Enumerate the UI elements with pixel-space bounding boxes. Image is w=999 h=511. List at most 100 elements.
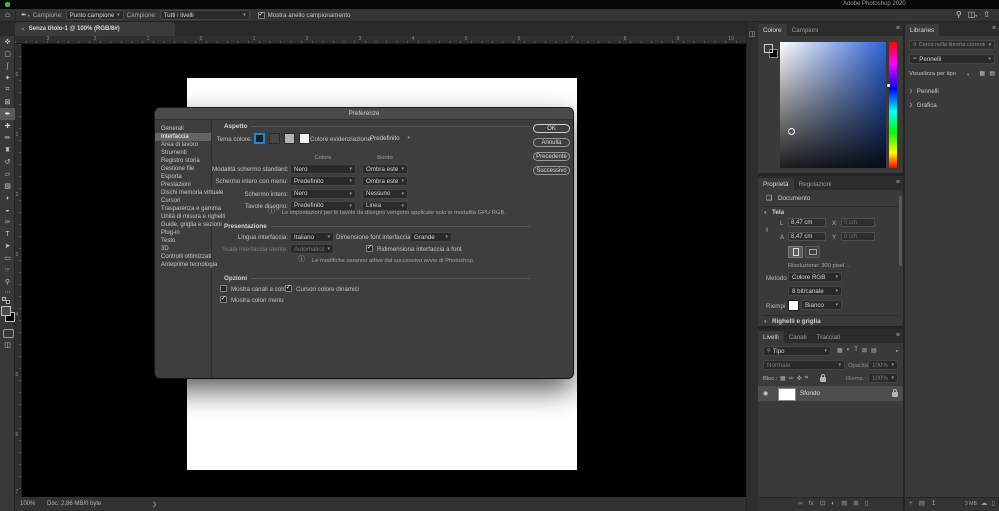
sidebar-item[interactable]: Controlli ottimizzati [155,253,211,261]
path-selection-tool[interactable]: ➤ [0,240,15,252]
new-library-folder-icon[interactable]: ▤ [919,501,925,508]
eyedropper-tool-icon[interactable]: ✒ [21,12,27,19]
theme-swatch-light[interactable] [284,133,295,144]
opacity-select[interactable]: 100% ▾ [868,360,898,370]
border-select[interactable]: Ombra esterna▾ [362,164,408,174]
zoom-level[interactable]: 100% [20,501,35,507]
theme-swatch-lightest[interactable] [299,133,310,144]
share-icon[interactable]: ⇧ [983,11,990,19]
screen-mode-icon[interactable]: ◫ [968,11,976,19]
sidebar-item[interactable]: Esporta [155,173,211,181]
annulla-button[interactable]: Annulla [533,138,570,147]
x-field[interactable]: 0 cm [841,218,875,227]
layer-group-icon[interactable]: ▤ [841,501,847,508]
clone-stamp-tool[interactable]: ♜ [0,144,15,156]
collapse-panels-icon[interactable]: ◫ [749,30,756,38]
tab-libraries[interactable]: Libraries [905,24,939,36]
dialog-title-bar[interactable]: Preferenze [155,108,573,120]
libraries-section-grafica[interactable]: ❯ Grafica [909,98,999,112]
link-layers-icon[interactable]: ∞ [798,501,803,508]
screen-mode-button[interactable]: ◫ [0,340,15,350]
sidebar-item[interactable]: Prestazioni [155,181,211,189]
delete-layer-icon[interactable]: ▯ [865,501,869,508]
lock-all-icon[interactable] [820,377,826,382]
show-menu-colors-checkbox[interactable] [220,296,227,303]
show-channels-in-color-checkbox[interactable] [220,285,227,292]
layer-thumbnail[interactable] [778,388,796,401]
chevron-expand-icon[interactable]: ▾ [764,210,767,216]
new-layer-icon[interactable]: ⊞ [853,501,858,508]
fill-select[interactable]: Bianco ▾ [801,300,842,310]
type-filter-icon[interactable]: T [854,347,858,354]
resize-ui-to-font-checkbox[interactable] [366,245,373,252]
hand-tool[interactable]: ☞ [0,264,15,276]
list-view-icon[interactable]: ▤ [989,70,995,77]
pixel-filter-icon[interactable]: ▦ [837,347,843,354]
successivo-button[interactable]: Successivo [533,166,570,175]
rectangle-tool[interactable]: ▭ [0,252,15,264]
saturation-brightness-field[interactable] [780,42,886,168]
libraries-search-input[interactable]: ⚲ Cerca nella libreria corrente ▾ [909,40,995,50]
lock-move-icon[interactable]: ✜ [797,375,802,382]
precedente-button[interactable]: Precedente [533,152,570,161]
quick-selection-tool[interactable]: ✦ [0,72,15,84]
move-tool[interactable]: ✜ [0,36,15,48]
fill-opacity-select[interactable]: 100% ▾ [868,373,898,383]
frame-tool[interactable]: ⊠ [0,96,15,108]
rulers-grid-section-label[interactable]: Righelli e griglia [772,318,821,325]
cloud-sync-icon[interactable]: ☁ [981,501,988,508]
link-dimensions-icon[interactable]: ∞ [763,227,770,232]
foreground-background-swatches[interactable] [0,306,14,324]
highlight-color-select[interactable]: Predefinito ▾ [366,133,414,143]
view-by-type-label[interactable]: Visualizza per tipo [909,71,956,77]
height-field[interactable]: 8,47 cm [788,232,826,241]
panel-menu-icon[interactable]: ≡ [992,25,996,32]
libraries-section-pennelli[interactable]: ❯ Pennelli [909,84,999,98]
gradient-tool[interactable]: ▨ [0,180,15,192]
status-options-arrow-icon[interactable]: ❯ [152,501,157,508]
portrait-orientation-button[interactable] [788,246,803,258]
sidebar-item[interactable]: Unità di misura e righelli [155,213,211,221]
border-select[interactable]: Ombra esterna▾ [362,176,408,186]
color-select[interactable]: Predefinito▾ [290,176,356,186]
color-picker-marker[interactable] [788,128,795,135]
filter-toggle-icon[interactable]: ● [896,348,898,353]
eyedropper-tool[interactable]: ✒ [0,108,15,120]
color-select[interactable]: Nero▾ [290,189,356,199]
vertical-ruler[interactable]: 01234567 [15,44,22,497]
lock-transparency-icon[interactable]: ▦ [780,375,786,382]
ok-button[interactable]: OK [533,124,570,133]
zoom-tool[interactable]: ⚲ [0,276,15,288]
sidebar-item[interactable]: Anteprime tecnologia [155,261,211,269]
foreground-color-swatch[interactable] [764,44,773,53]
panel-menu-icon[interactable]: ≡ [896,179,900,186]
layer-filter-select[interactable]: ⚲ Tipo ▾ [763,346,831,356]
ui-scale-select[interactable]: Automatica ▾ [290,244,334,254]
horizontal-ruler[interactable]: 321012345678910 [15,36,746,44]
document-tab[interactable]: × Senza titolo-1 @ 100% (RGB/8#) [15,22,175,36]
zoom-window-button[interactable] [5,2,10,7]
swap-colors-icon[interactable] [0,296,14,304]
color-mode-select[interactable]: Colore RGB ▾ [788,272,842,282]
dodge-tool[interactable]: ◒ [0,204,15,216]
lock-paint-icon[interactable]: ✏ [789,375,794,382]
library-select[interactable]: ✏ Pennelli ▾ [909,54,995,64]
sidebar-item[interactable]: Generali [155,125,211,133]
crop-tool[interactable]: ⌗ [0,84,15,96]
edit-toolbar-button[interactable]: ⋯ [0,288,15,296]
blur-tool[interactable]: ◗ [0,192,15,204]
upload-icon[interactable]: ↥ [931,501,936,508]
sidebar-item[interactable]: Cursori [155,197,211,205]
home-icon[interactable]: ⌂ [5,11,10,19]
lock-artboard-icon[interactable]: ⌗ [805,375,808,382]
hue-slider[interactable] [889,42,897,168]
background-lock-icon[interactable] [892,392,898,397]
layer-effects-icon[interactable]: fx [809,501,814,508]
layer-mask-icon[interactable]: ⊡ [820,501,825,508]
sidebar-item[interactable]: Area di lavoro [155,141,211,149]
foreground-color-swatch[interactable] [1,306,11,316]
lasso-tool[interactable]: ʃ [0,60,15,72]
border-select[interactable]: Nessuno▾ [362,189,408,199]
delete-icon[interactable]: ▯ [991,501,995,508]
ui-language-select[interactable]: Italiano ▾ [290,232,334,242]
